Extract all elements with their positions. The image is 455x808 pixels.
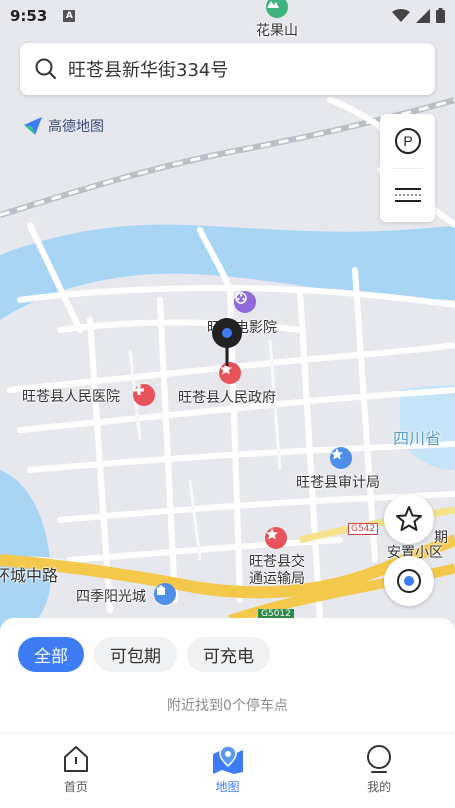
locate-icon: [397, 569, 421, 593]
star-outline-icon: [396, 506, 422, 531]
status-bar: 9:53 A: [0, 0, 455, 32]
map-label-gov: 旺苍县人民政府: [178, 390, 276, 406]
battery-icon: [436, 8, 445, 23]
audit-bureau-poi-icon[interactable]: [330, 447, 352, 469]
hospital-poi-icon[interactable]: [133, 384, 155, 406]
bottom-tab-bar: 首页 地图 我的: [0, 732, 455, 808]
cinema-poi-icon[interactable]: [234, 291, 256, 313]
map-label-transport-2: 通运输局: [249, 571, 305, 587]
notification-a-icon: A: [63, 10, 76, 22]
profile-icon: [367, 745, 392, 773]
home-icon: [63, 746, 88, 772]
search-icon: [35, 58, 56, 79]
search-bar[interactable]: 旺苍县新华街334号: [20, 43, 435, 95]
parking-icon: P: [394, 127, 421, 154]
layers-icon: [394, 188, 421, 203]
layers-button[interactable]: [380, 168, 435, 222]
chip-monthly[interactable]: 可包期: [94, 637, 177, 672]
locate-me-button[interactable]: [384, 556, 434, 606]
residential-poi-icon[interactable]: [154, 583, 176, 605]
chip-charging[interactable]: 可充电: [187, 637, 270, 672]
road-sign-g542: G542: [348, 523, 379, 535]
tab-home[interactable]: 首页: [0, 733, 152, 808]
wifi-icon: [392, 8, 410, 22]
map-label-audit: 旺苍县审计局: [296, 475, 380, 491]
amap-logo-text: 高德地图: [48, 119, 104, 135]
amap-logo-icon: [24, 117, 42, 135]
tab-profile-label: 我的: [367, 780, 392, 794]
filter-chips: 全部 可包期 可充电: [0, 618, 455, 672]
parking-filter-sheet: 全部 可包期 可充电 附近找到0个停车点: [0, 618, 455, 732]
map-label-hospital: 旺苍县人民医院: [22, 389, 120, 405]
svg-text:P: P: [403, 133, 412, 149]
tab-profile[interactable]: 我的: [303, 733, 455, 808]
parking-toggle-button[interactable]: P: [380, 114, 435, 168]
map-label-sichuan: 四川省: [393, 429, 442, 448]
results-hint: 附近找到0个停车点: [167, 698, 288, 714]
map-controls-panel: P: [380, 114, 435, 222]
map-label-siji: 四季阳光城: [76, 589, 146, 605]
amap-logo: 高德地图: [22, 115, 104, 137]
transport-bureau-poi-icon[interactable]: [265, 527, 287, 549]
location-pin-icon[interactable]: [212, 318, 242, 368]
favorites-button[interactable]: [384, 494, 434, 544]
status-time: 9:53: [10, 7, 48, 25]
search-input[interactable]: 旺苍县新华街334号: [68, 56, 228, 82]
status-icons: [392, 8, 445, 23]
tab-map-label: 地图: [215, 780, 240, 794]
tab-map[interactable]: 地图: [152, 733, 304, 808]
tab-home-label: 首页: [63, 780, 88, 794]
map-label-chengzhong: 环城中路: [0, 566, 59, 585]
chip-all[interactable]: 全部: [18, 637, 84, 672]
signal-icon: [416, 8, 430, 23]
map-icon: [212, 745, 243, 774]
